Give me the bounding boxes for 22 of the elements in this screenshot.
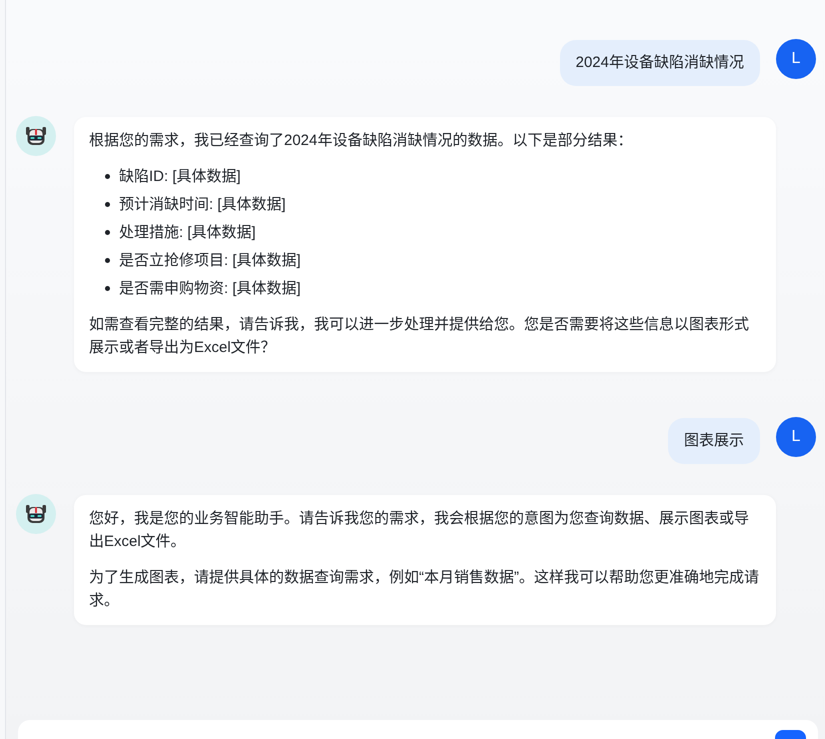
bullet-icon (105, 174, 110, 179)
list-item-text: 处理措施: [具体数据] (119, 223, 256, 243)
list-item-text: 缺陷ID: [具体数据] (119, 167, 241, 187)
user-avatar: L (776, 417, 816, 457)
robot-avatar-icon (16, 494, 56, 534)
list-item-text: 是否需申购物资: [具体数据] (119, 279, 301, 299)
message-text: 为了生成图表，请提供具体的数据查询需求，例如“本月销售数据”。这样我可以帮助您更准确地完成请求。 (89, 568, 760, 611)
robot-avatar-icon (16, 116, 56, 156)
message-text: 您好，我是您的业务智能助手。请告诉我您的需求，我会根据您的意图为您查询数据、展示图表或导出Excel文件。 (89, 509, 750, 552)
message-text: 如需查看完整的结果，请告诉我，我可以进一步处理并提供给您。您是否需要将这些信息以图表形式展示或者导出为Excel文件？ (89, 315, 750, 358)
bullet-icon (105, 230, 110, 235)
send-button[interactable] (775, 730, 806, 739)
user-message: 图表展示 (668, 418, 760, 464)
list-item-text: 预计消缺时间: [具体数据] (119, 195, 286, 215)
message-input-field[interactable] (18, 720, 818, 739)
bullet-icon (105, 202, 110, 207)
message-text: 根据您的需求，我已经查询了2024年设备缺陷消缺情况的数据。以下是部分结果： (89, 131, 634, 151)
user-message: 2024年设备缺陷消缺情况 (560, 40, 760, 86)
bullet-icon (105, 258, 110, 263)
bullet-icon (105, 286, 110, 291)
user-avatar: L (776, 39, 816, 79)
list-item-text: 是否立抢修项目: [具体数据] (119, 251, 301, 271)
